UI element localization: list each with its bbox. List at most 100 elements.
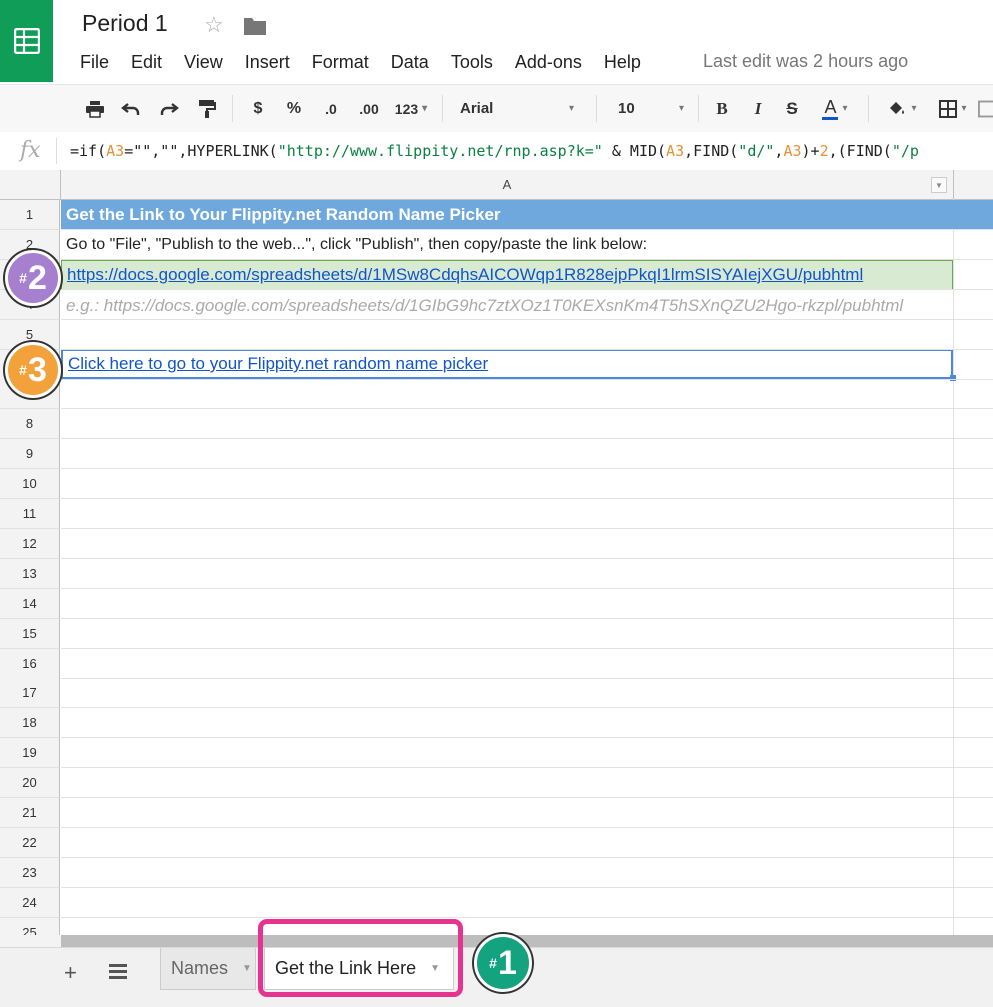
row-divider [61, 917, 993, 918]
print-icon[interactable] [82, 85, 108, 132]
app-header: Period 1 ☆ File Edit View Insert Format … [0, 0, 993, 84]
more-formats-label: 123 [394, 100, 419, 117]
row-header[interactable]: 20 [0, 768, 60, 798]
document-title[interactable]: Period 1 [82, 10, 168, 37]
undo-icon[interactable] [118, 85, 144, 132]
menu-tools[interactable]: Tools [451, 52, 493, 73]
row-divider [61, 528, 993, 529]
font-family-select[interactable]: Arial ▾ [460, 85, 580, 132]
chevron-down-icon[interactable]: ▼ [242, 963, 252, 974]
formula-cell-ref: A3 [666, 142, 685, 160]
row-divider [61, 468, 993, 469]
badge-number: 2 [27, 259, 47, 297]
row-divider [61, 588, 993, 589]
font-size-select[interactable]: 10 ▾ [618, 85, 688, 132]
row-divider [61, 737, 993, 738]
last-edit-status[interactable]: Last edit was 2 hours ago [703, 51, 908, 72]
star-icon[interactable]: ☆ [204, 12, 224, 38]
menu-data[interactable]: Data [391, 52, 429, 73]
borders-icon[interactable]: ▾ [932, 85, 974, 132]
menu-bar: File Edit View Insert Format Data Tools … [80, 52, 663, 73]
cell-a3[interactable]: https://docs.google.com/spreadsheets/d/1… [61, 260, 953, 290]
chevron-down-icon[interactable]: ▼ [931, 177, 947, 193]
row-divider [61, 319, 993, 320]
more-formats-button[interactable]: 123 ▾ [388, 85, 434, 132]
fill-handle[interactable] [950, 375, 956, 381]
sheets-logo-icon[interactable] [0, 0, 53, 82]
horizontal-scrollbar[interactable] [61, 935, 993, 947]
menu-edit[interactable]: Edit [131, 52, 162, 73]
add-sheet-button[interactable]: + [64, 960, 77, 986]
row-divider [61, 618, 993, 619]
formula-part: ,(FIND( [828, 142, 892, 160]
row-divider [61, 229, 993, 230]
italic-button[interactable]: I [746, 85, 770, 132]
cell-a2[interactable]: Go to "File", "Publish to the web...", c… [61, 230, 953, 259]
row-header[interactable]: 1 [0, 200, 60, 230]
folder-icon[interactable] [243, 16, 267, 36]
bold-button[interactable]: B [710, 85, 734, 132]
select-all-corner[interactable] [0, 170, 61, 200]
row-header[interactable]: 22 [0, 828, 60, 858]
cell-a1[interactable]: Get the Link to Your Flippity.net Random… [61, 200, 993, 229]
menu-addons[interactable]: Add-ons [515, 52, 582, 73]
paint-format-icon[interactable] [194, 85, 220, 132]
sheet-list-icon[interactable] [108, 962, 128, 980]
row-header[interactable]: 13 [0, 559, 60, 589]
column-header-b[interactable] [954, 170, 993, 200]
formula-cell-ref: A3 [783, 142, 802, 160]
toolbar: $ % .0 .00 123 ▾ Arial ▾ 10 ▾ B I S A ▾ ▾ … [0, 84, 993, 133]
callout-badge-2: #2 [5, 250, 61, 306]
formula-string: "d/" [738, 142, 775, 160]
row-header[interactable]: 14 [0, 589, 60, 619]
currency-button[interactable]: $ [246, 85, 270, 132]
row-header[interactable]: 19 [0, 738, 60, 768]
strikethrough-button[interactable]: S [780, 85, 804, 132]
row-header[interactable]: 11 [0, 499, 60, 529]
menu-format[interactable]: Format [312, 52, 369, 73]
menu-file[interactable]: File [80, 52, 109, 73]
menu-help[interactable]: Help [604, 52, 641, 73]
row-header[interactable]: 21 [0, 798, 60, 828]
formula-input[interactable]: =if(A3="","",HYPERLINK("http://www.flipp… [70, 142, 919, 160]
fill-color-icon[interactable]: ▾ [880, 85, 924, 132]
tab-highlight-box [258, 919, 463, 997]
row-header[interactable]: 18 [0, 708, 60, 738]
column-header-a[interactable]: A ▼ [61, 170, 954, 200]
chevron-down-icon: ▾ [568, 103, 574, 114]
formula-part: ="","",HYPERLINK( [124, 142, 278, 160]
row-header[interactable]: 17 [0, 678, 60, 708]
cell-a6[interactable]: Click here to go to your Flippity.net ra… [61, 349, 953, 379]
redo-icon[interactable] [156, 85, 182, 132]
cell-a4[interactable]: e.g.: https://docs.google.com/spreadshee… [61, 291, 993, 320]
text-color-button[interactable]: A ▾ [814, 85, 856, 132]
formula-cell-ref: A3 [106, 142, 125, 160]
row-header[interactable]: 9 [0, 439, 60, 469]
row-divider [61, 797, 993, 798]
row-header[interactable]: 15 [0, 619, 60, 649]
spreadsheet-grid[interactable]: A ▼ Get the Link to Your Flippity.net Ra… [0, 170, 993, 935]
row-header[interactable]: 12 [0, 529, 60, 559]
sheet-tab-label: Names [171, 958, 229, 978]
menu-insert[interactable]: Insert [245, 52, 290, 73]
font-size-value: 10 [618, 100, 635, 117]
row-header[interactable]: 10 [0, 469, 60, 499]
row-divider [61, 349, 993, 350]
decrease-decimal-button[interactable]: .0 [316, 85, 346, 132]
toolbar-separator [442, 95, 443, 122]
row-header[interactable]: 24 [0, 888, 60, 918]
column-label: A [502, 177, 512, 192]
menu-view[interactable]: View [184, 52, 223, 73]
row-header[interactable]: 23 [0, 858, 60, 888]
sheet-tab-names[interactable]: Names ▼ [160, 948, 256, 990]
increase-decimal-button[interactable]: .00 [352, 85, 386, 132]
row-header[interactable]: 16 [0, 649, 60, 679]
row-divider [61, 259, 993, 260]
row-header[interactable]: 8 [0, 409, 60, 439]
merge-icon[interactable] [978, 85, 993, 132]
percent-button[interactable]: % [282, 85, 306, 132]
chevron-down-icon: ▾ [678, 103, 684, 114]
scroll-gutter [0, 935, 61, 947]
row-header[interactable]: 25 [0, 918, 60, 935]
callout-badge-3: #3 [5, 342, 61, 398]
